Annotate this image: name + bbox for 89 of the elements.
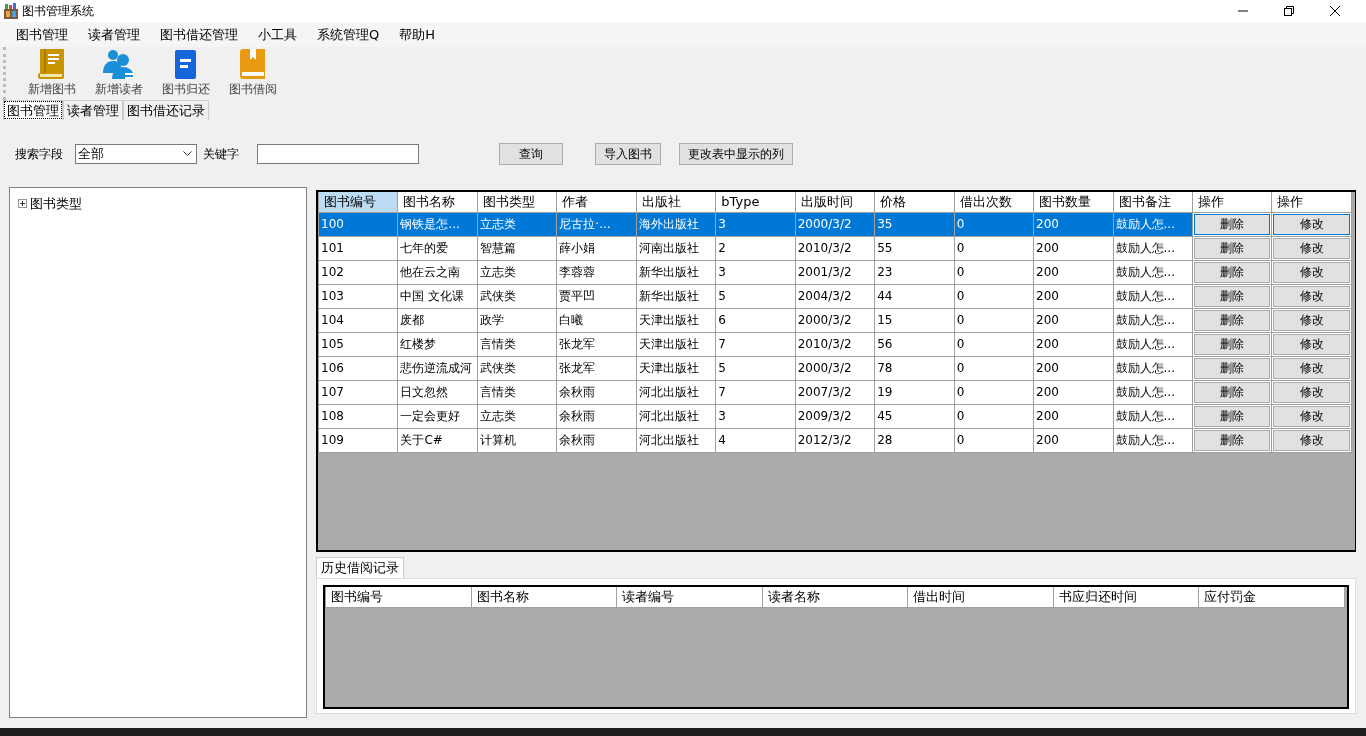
delete-button[interactable]: 删除 (1194, 429, 1271, 451)
action-button[interactable]: 更改表中显示的列 (679, 142, 793, 165)
tab[interactable]: 图书借还记录 (123, 100, 209, 120)
menu-item[interactable]: 读者管理 (78, 22, 150, 47)
table-row[interactable]: 106 悲伤逆流成河 武侠类 张龙军 天津出版社 5 2000/3/2 78 0 200 鼓励人怎... 删除 修改 (318, 356, 1352, 380)
column-header[interactable]: 操作 (1192, 192, 1272, 212)
menu-item[interactable]: 帮助H (389, 22, 445, 47)
column-header[interactable]: 图书名称 (397, 192, 478, 212)
column-header[interactable]: 出版社 (636, 192, 716, 212)
toolbar-button[interactable]: 新增图书 (18, 47, 85, 100)
column-header[interactable]: 图书编号 (318, 192, 398, 212)
column-header[interactable]: 出版时间 (795, 192, 875, 212)
edit-button[interactable]: 修改 (1273, 261, 1350, 283)
tab[interactable]: 历史借阅记录 (316, 557, 404, 578)
column-header[interactable]: 图书编号 (325, 587, 472, 607)
table-row[interactable]: 103 中国 文化课 武侠类 贾平凹 新华出版社 5 2004/3/2 44 0 200 鼓励人怎... 删除 修改 (318, 284, 1352, 308)
edit-button[interactable]: 修改 (1273, 285, 1350, 307)
table-cell: 109 (318, 428, 398, 452)
tree-item[interactable]: 图书类型 (30, 194, 82, 214)
column-header[interactable]: 图书备注 (1113, 192, 1193, 212)
table-cell: 106 (318, 356, 398, 380)
table-cell: 108 (318, 404, 398, 428)
column-header[interactable]: 借出时间 (907, 587, 1054, 607)
window-title: 图书管理系统 (22, 3, 94, 20)
delete-button[interactable]: 删除 (1194, 261, 1271, 283)
column-header[interactable]: 读者名称 (762, 587, 908, 607)
users-icon (102, 49, 135, 80)
edit-button[interactable]: 修改 (1273, 309, 1350, 331)
toolbar-button[interactable]: 新增读者 (85, 47, 152, 100)
table-row[interactable]: 102 他在云之南 立志类 李蓉蓉 新华出版社 3 2001/3/2 23 0 200 鼓励人怎... 删除 修改 (318, 260, 1352, 284)
column-header[interactable]: 应付罚金 (1198, 587, 1345, 607)
table-cell: 107 (318, 380, 398, 404)
tab[interactable]: 图书管理 (3, 100, 63, 120)
table-row[interactable]: 105 红楼梦 言情类 张龙军 天津出版社 7 2010/3/2 56 0 200 鼓励人怎... 删除 修改 (318, 332, 1352, 356)
menu-item[interactable]: 系统管理Q (307, 22, 390, 47)
edit-button[interactable]: 修改 (1273, 237, 1350, 259)
column-header[interactable]: 图书名称 (471, 587, 617, 607)
delete-button[interactable]: 删除 (1194, 213, 1271, 235)
table-cell: 104 (318, 308, 398, 332)
close-icon[interactable] (1330, 6, 1340, 16)
table-cell: 102 (318, 260, 398, 284)
table-row[interactable]: 108 一定会更好 立志类 余秋雨 河北出版社 3 2009/3/2 45 0 200 鼓励人怎... 删除 修改 (318, 404, 1352, 428)
column-header[interactable]: 书应归还时间 (1053, 587, 1199, 607)
action-button[interactable]: 导入图书 (595, 142, 661, 165)
table-cell: 100 (318, 212, 398, 236)
column-header[interactable]: bType (715, 192, 796, 212)
table-cell: 101 (318, 236, 398, 260)
toolbar-button[interactable]: 图书借阅 (219, 47, 286, 100)
menu-item[interactable]: 图书管理 (6, 22, 78, 47)
delete-button[interactable]: 删除 (1194, 237, 1271, 259)
app-icon (3, 3, 19, 19)
column-header[interactable]: 图书类型 (477, 192, 557, 212)
restore-icon[interactable] (1284, 6, 1294, 16)
edit-button[interactable]: 修改 (1273, 333, 1350, 355)
column-header[interactable]: 作者 (556, 192, 637, 212)
column-header[interactable]: 读者编号 (616, 587, 763, 607)
chevron-down-icon (183, 150, 192, 157)
edit-button[interactable]: 修改 (1273, 213, 1350, 235)
edit-button[interactable]: 修改 (1273, 429, 1350, 451)
table-row[interactable]: 101 七年的爱 智慧篇 薛小娟 河南出版社 2 2010/3/2 55 0 200 鼓励人怎... 删除 修改 (318, 236, 1352, 260)
table-row[interactable]: 107 日文忽然 言情类 余秋雨 河北出版社 7 2007/3/2 19 0 200 鼓励人怎... 删除 修改 (318, 380, 1352, 404)
delete-button[interactable]: 删除 (1194, 405, 1271, 427)
tab[interactable]: 读者管理 (63, 100, 123, 120)
table-row[interactable]: 104 废都 政学 白曦 天津出版社 6 2000/3/2 15 0 200 鼓励人怎... 删除 修改 (318, 308, 1352, 332)
expand-icon[interactable] (18, 199, 27, 209)
column-header[interactable]: 操作 (1271, 192, 1352, 212)
edit-button[interactable]: 修改 (1273, 405, 1350, 427)
edit-button[interactable]: 修改 (1273, 381, 1350, 403)
toolbar-button[interactable]: 图书归还 (152, 47, 219, 100)
column-header[interactable]: 价格 (874, 192, 955, 212)
table-cell: 105 (318, 332, 398, 356)
dropdown[interactable]: 全部 (75, 143, 197, 164)
action-button[interactable]: 查询 (499, 142, 563, 165)
selected-row[interactable]: 100 钢铁是怎... 立志类 尼古拉·... 海外出版社 3 2000/3/2 35 0 200 鼓励人怎... 删除 修改 (318, 212, 1352, 236)
column-header[interactable]: 图书数量 (1033, 192, 1114, 212)
delete-button[interactable]: 删除 (1194, 381, 1271, 403)
menu-item[interactable]: 小工具 (248, 22, 307, 47)
edit-button[interactable]: 修改 (1273, 357, 1350, 379)
delete-button[interactable]: 删除 (1194, 285, 1271, 307)
table-cell: 103 (318, 284, 398, 308)
menu-item[interactable]: 图书借还管理 (150, 22, 248, 47)
field-label: 搜索字段 (15, 145, 63, 163)
table-row[interactable]: 109 关于C# 计算机 余秋雨 河北出版社 4 2012/3/2 28 0 200 鼓励人怎... 删除 修改 (318, 428, 1352, 452)
delete-button[interactable]: 删除 (1194, 357, 1271, 379)
column-header[interactable]: 借出次数 (954, 192, 1034, 212)
delete-button[interactable]: 删除 (1194, 333, 1271, 355)
keyword-input[interactable] (257, 143, 419, 164)
keyword-label: 关键字 (203, 145, 239, 163)
delete-button[interactable]: 删除 (1194, 309, 1271, 331)
